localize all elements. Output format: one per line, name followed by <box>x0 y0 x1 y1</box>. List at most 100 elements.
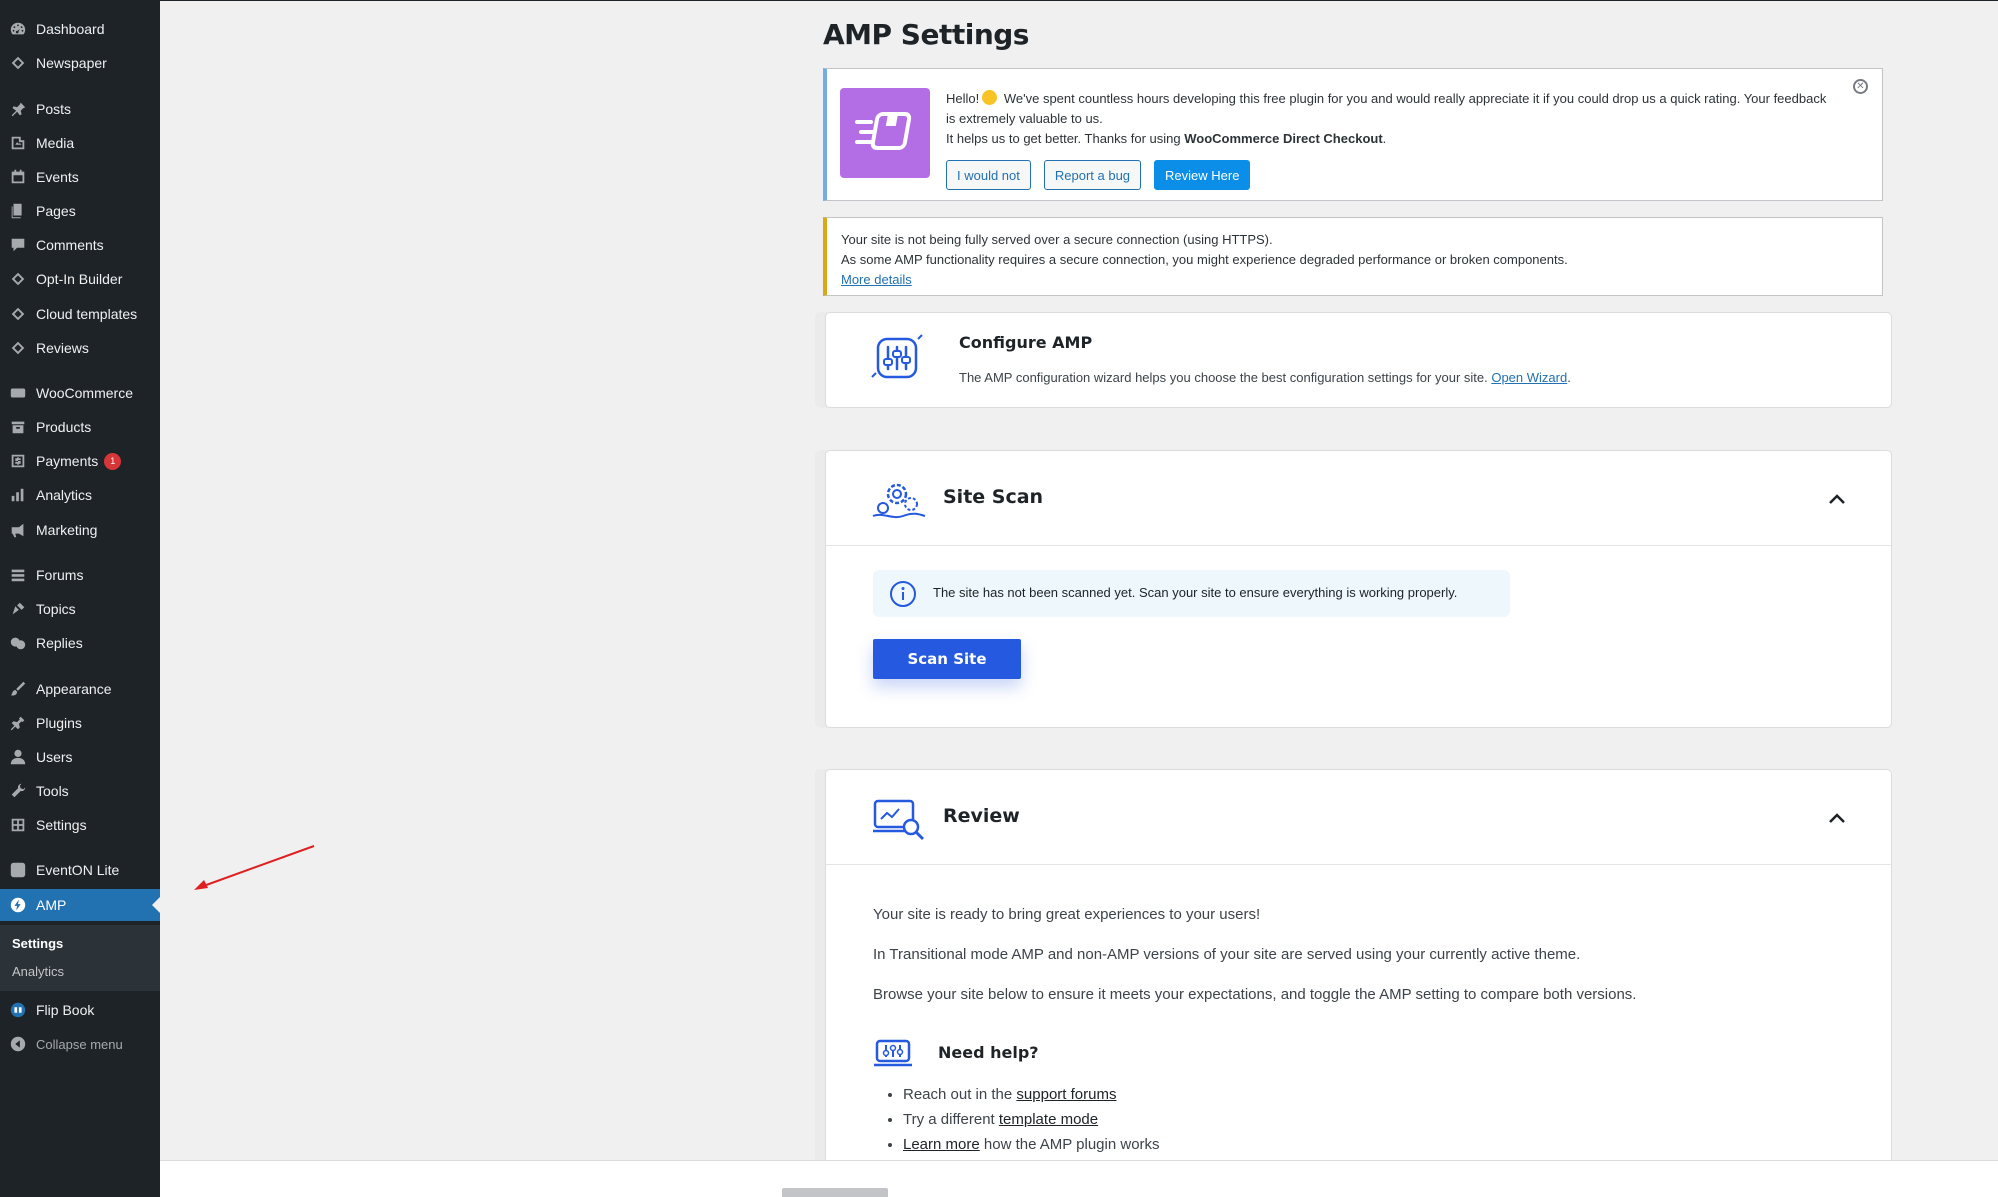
analytics-icon <box>8 485 28 505</box>
report-bug-button[interactable]: Report a bug <box>1043 160 1142 190</box>
sidebar-item-users[interactable]: Users <box>0 741 160 773</box>
need-help-title: Need help? <box>938 1043 1039 1062</box>
review-card: Review Your site is ready to bring great… <box>825 769 1892 1169</box>
review-notice-text: Hello! We've spent countless hours devel… <box>946 89 1836 149</box>
wrench-icon <box>8 781 28 801</box>
calendar-icon <box>8 167 28 187</box>
template-mode-link[interactable]: template mode <box>999 1111 1098 1128</box>
list-item: Reach out in the support forums <box>903 1082 1160 1107</box>
learn-more-link[interactable]: Learn more <box>903 1136 980 1153</box>
sidebar-item-newspaper[interactable]: Newspaper <box>0 47 160 79</box>
sidebar-item-dashboard[interactable]: Dashboard <box>0 13 160 45</box>
info-icon <box>890 581 916 607</box>
amp-submenu: Settings Analytics <box>0 925 160 991</box>
sidebar-item-appearance[interactable]: Appearance <box>0 673 160 705</box>
review-notice-buttons: I would not Report a bug Review Here <box>946 160 1251 190</box>
sidebar-item-label: Reviews <box>36 340 89 356</box>
sidebar-item-label: Topics <box>36 601 76 617</box>
submenu-item-analytics[interactable]: Analytics <box>12 964 64 979</box>
forums-icon <box>8 565 28 585</box>
open-wizard-link[interactable]: Open Wizard <box>1491 370 1567 385</box>
sidebar-item-tools[interactable]: Tools <box>0 775 160 807</box>
newspaper-icon <box>8 53 28 73</box>
sidebar-item-label: Opt-In Builder <box>36 271 123 287</box>
sidebar-item-optin-builder[interactable]: Opt-In Builder <box>0 263 160 295</box>
sidebar-item-pages[interactable]: Pages <box>0 195 160 227</box>
plugin-name: WooCommerce Direct Checkout <box>1184 131 1383 146</box>
sidebar-item-topics[interactable]: Topics <box>0 593 160 625</box>
plugin-logo <box>840 88 930 178</box>
sidebar-item-label: Flip Book <box>36 1002 95 1018</box>
site-scan-header[interactable]: Site Scan <box>826 451 1891 546</box>
help-text: how the AMP plugin works <box>979 1136 1160 1153</box>
review-here-button[interactable]: Review Here <box>1154 160 1251 190</box>
chevron-up-icon[interactable] <box>1827 489 1847 509</box>
i-would-not-button[interactable]: I would not <box>946 160 1031 190</box>
support-forums-link[interactable]: support forums <box>1016 1086 1116 1103</box>
scan-info-message: The site has not been scanned yet. Scan … <box>873 570 1510 617</box>
sidebar-item-flip-book[interactable]: Flip Book <box>0 994 160 1026</box>
optin-icon <box>8 269 28 289</box>
sidebar-item-reviews[interactable]: Reviews <box>0 332 160 364</box>
sidebar-item-forums[interactable]: Forums <box>0 559 160 591</box>
dismiss-notice-button[interactable]: ✕ <box>1853 79 1868 94</box>
bottom-handle[interactable] <box>782 1188 888 1197</box>
sidebar-item-woocommerce[interactable]: WooCommerce <box>0 377 160 409</box>
sidebar-item-label: Users <box>36 749 73 765</box>
active-menu-pointer <box>152 897 160 913</box>
sidebar-item-payments[interactable]: Payments 1 <box>0 445 160 477</box>
sidebar-item-eventon-lite[interactable]: EventON Lite <box>0 854 160 886</box>
review-header[interactable]: Review <box>826 770 1891 865</box>
more-details-link[interactable]: More details <box>841 272 912 287</box>
list-item: Try a different template mode <box>903 1107 1160 1132</box>
megaphone-icon <box>8 520 28 540</box>
sidebar-item-comments[interactable]: Comments <box>0 229 160 261</box>
plugin-icon <box>8 713 28 733</box>
sidebar-item-amp[interactable]: AMP <box>0 889 160 921</box>
comments-icon <box>8 235 28 255</box>
sidebar-item-label: Marketing <box>36 522 98 538</box>
brush-icon <box>8 679 28 699</box>
gears-icon <box>872 483 926 519</box>
sidebar-item-label: Posts <box>36 101 72 117</box>
settings-icon <box>8 815 28 835</box>
sidebar-item-label: Products <box>36 419 92 435</box>
sidebar-item-plugins[interactable]: Plugins <box>0 707 160 739</box>
sidebar-item-cloud-templates[interactable]: Cloud templates <box>0 298 160 330</box>
configure-desc-text: The AMP configuration wizard helps you c… <box>959 370 1492 385</box>
collapse-label: Collapse menu <box>36 1036 123 1052</box>
sidebar-item-products[interactable]: Products <box>0 411 160 443</box>
sidebar-item-posts[interactable]: Posts <box>0 93 160 125</box>
chevron-up-icon[interactable] <box>1827 808 1847 828</box>
sidebar-item-analytics[interactable]: Analytics <box>0 479 160 511</box>
sidebar-item-settings[interactable]: Settings <box>0 809 160 841</box>
sidebar-item-label: Plugins <box>36 715 82 731</box>
sidebar-item-label: Forums <box>36 567 84 583</box>
reviews-icon <box>8 338 28 358</box>
sidebar-item-replies[interactable]: Replies <box>0 627 160 659</box>
pages-icon <box>8 201 28 221</box>
sliders-icon <box>871 334 923 379</box>
checkout-icon <box>855 112 912 150</box>
configure-amp-card: Configure AMP The AMP configuration wiza… <box>825 312 1892 408</box>
sidebar-item-marketing[interactable]: Marketing <box>0 514 160 546</box>
monitor-search-icon <box>873 799 925 841</box>
sidebar-item-media[interactable]: Media <box>0 127 160 159</box>
review-notice-line1: We've spent countless hours developing t… <box>946 91 1827 126</box>
sidebar-item-label: Media <box>36 135 75 151</box>
https-warning-notice: Your site is not being fully served over… <box>823 217 1883 296</box>
eventon-icon <box>8 860 28 880</box>
review-notice-line2-prefix: It helps us to get better. Thanks for us… <box>946 131 1185 146</box>
sidebar-item-events[interactable]: Events <box>0 161 160 193</box>
scan-info-text: The site has not been scanned yet. Scan … <box>933 585 1458 600</box>
sidebar-item-label: Events <box>36 169 79 185</box>
scan-site-button[interactable]: Scan Site <box>873 639 1021 679</box>
sidebar-item-label: Dashboard <box>36 21 105 37</box>
submenu-item-settings[interactable]: Settings <box>12 936 63 951</box>
media-icon <box>8 133 28 153</box>
collapse-menu-button[interactable]: Collapse menu <box>0 1028 160 1060</box>
user-icon <box>8 747 28 767</box>
sidebar-item-label: Tools <box>36 783 69 799</box>
page-title: AMP Settings <box>823 18 1029 51</box>
https-notice-text: Your site is not being fully served over… <box>841 230 1568 290</box>
